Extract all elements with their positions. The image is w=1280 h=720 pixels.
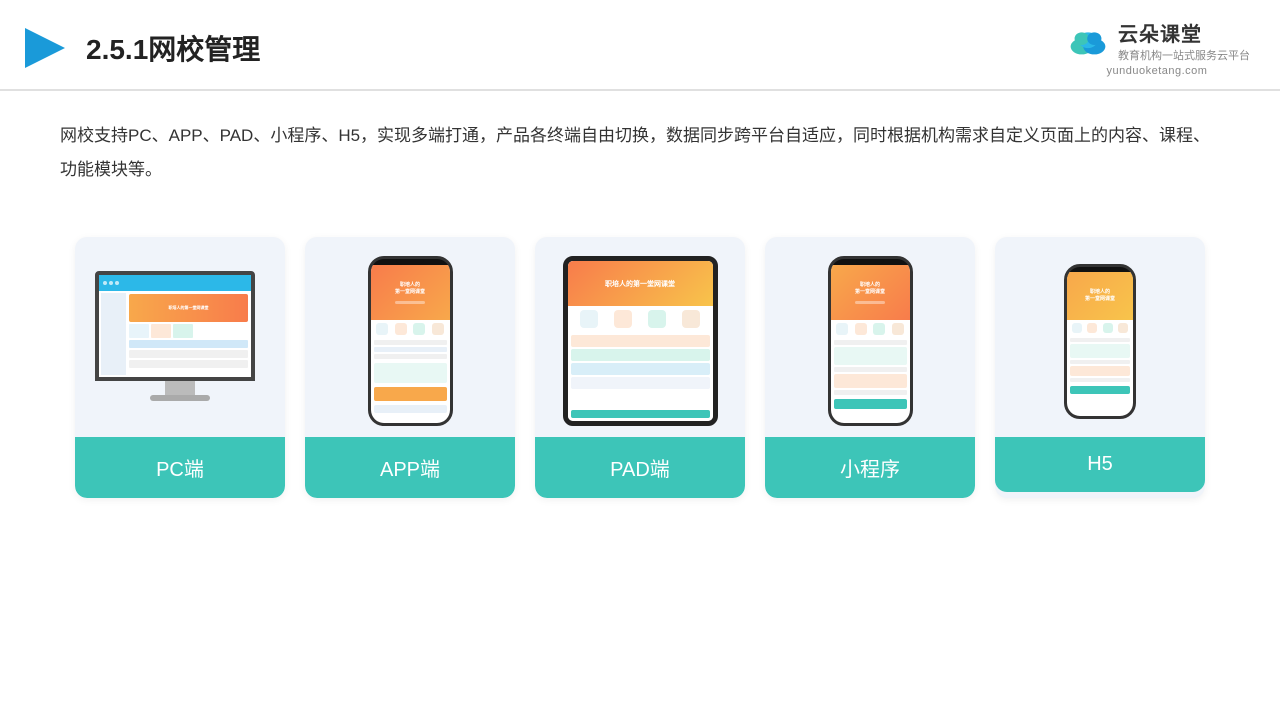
logo-url: yunduoketang.com [1107, 65, 1208, 77]
card-pc-label: PC端 [75, 437, 285, 498]
cards-container: 职培人的第一堂网课堂 [0, 207, 1280, 498]
card-h5-label: H5 [995, 437, 1205, 492]
card-app-label: APP端 [305, 437, 515, 498]
card-pc-image: 职培人的第一堂网课堂 [75, 237, 285, 437]
card-miniprogram[interactable]: 职培人的第一堂网课堂 [765, 237, 975, 498]
brand-play-icon [20, 23, 70, 73]
cloud-logo-icon [1064, 26, 1112, 56]
card-pad[interactable]: 职培人的第一堂网课堂 [535, 237, 745, 498]
card-h5[interactable]: 职培人的第一堂网课堂 [995, 237, 1205, 498]
header-left: 2.5.1网校管理 [20, 23, 260, 73]
logo-text: 云朵课堂 [1118, 18, 1250, 47]
card-app[interactable]: 职培人的第一堂网课堂 [305, 237, 515, 498]
card-h5-image: 职培人的第一堂网课堂 [995, 237, 1205, 437]
card-miniprogram-label: 小程序 [765, 437, 975, 498]
miniprogram-phone-icon: 职培人的第一堂网课堂 [828, 256, 913, 426]
logo-area: 云朵课堂 教育机构一站式服务云平台 yunduoketang.com [1064, 18, 1250, 77]
description-paragraph: 网校支持PC、APP、PAD、小程序、H5，实现多端打通，产品各终端自由切换，数… [60, 119, 1220, 187]
description-text: 网校支持PC、APP、PAD、小程序、H5，实现多端打通，产品各终端自由切换，数… [0, 91, 1280, 197]
card-app-image: 职培人的第一堂网课堂 [305, 237, 515, 437]
card-miniprogram-image: 职培人的第一堂网课堂 [765, 237, 975, 437]
logo-slogan: 教育机构一站式服务云平台 [1118, 47, 1250, 63]
card-pad-image: 职培人的第一堂网课堂 [535, 237, 745, 437]
app-phone-icon: 职培人的第一堂网课堂 [368, 256, 453, 426]
pad-tablet-icon: 职培人的第一堂网课堂 [563, 256, 718, 426]
h5-phone-icon: 职培人的第一堂网课堂 [1064, 264, 1136, 419]
card-pc[interactable]: 职培人的第一堂网课堂 [75, 237, 285, 498]
pc-monitor-icon: 职培人的第一堂网课堂 [95, 271, 265, 411]
logo-cloud: 云朵课堂 教育机构一站式服务云平台 [1064, 18, 1250, 63]
card-pad-label: PAD端 [535, 437, 745, 498]
page-title: 2.5.1网校管理 [86, 28, 260, 68]
header: 2.5.1网校管理 云朵课堂 教育机构一站式服务云平台 yunduoketang… [0, 0, 1280, 91]
